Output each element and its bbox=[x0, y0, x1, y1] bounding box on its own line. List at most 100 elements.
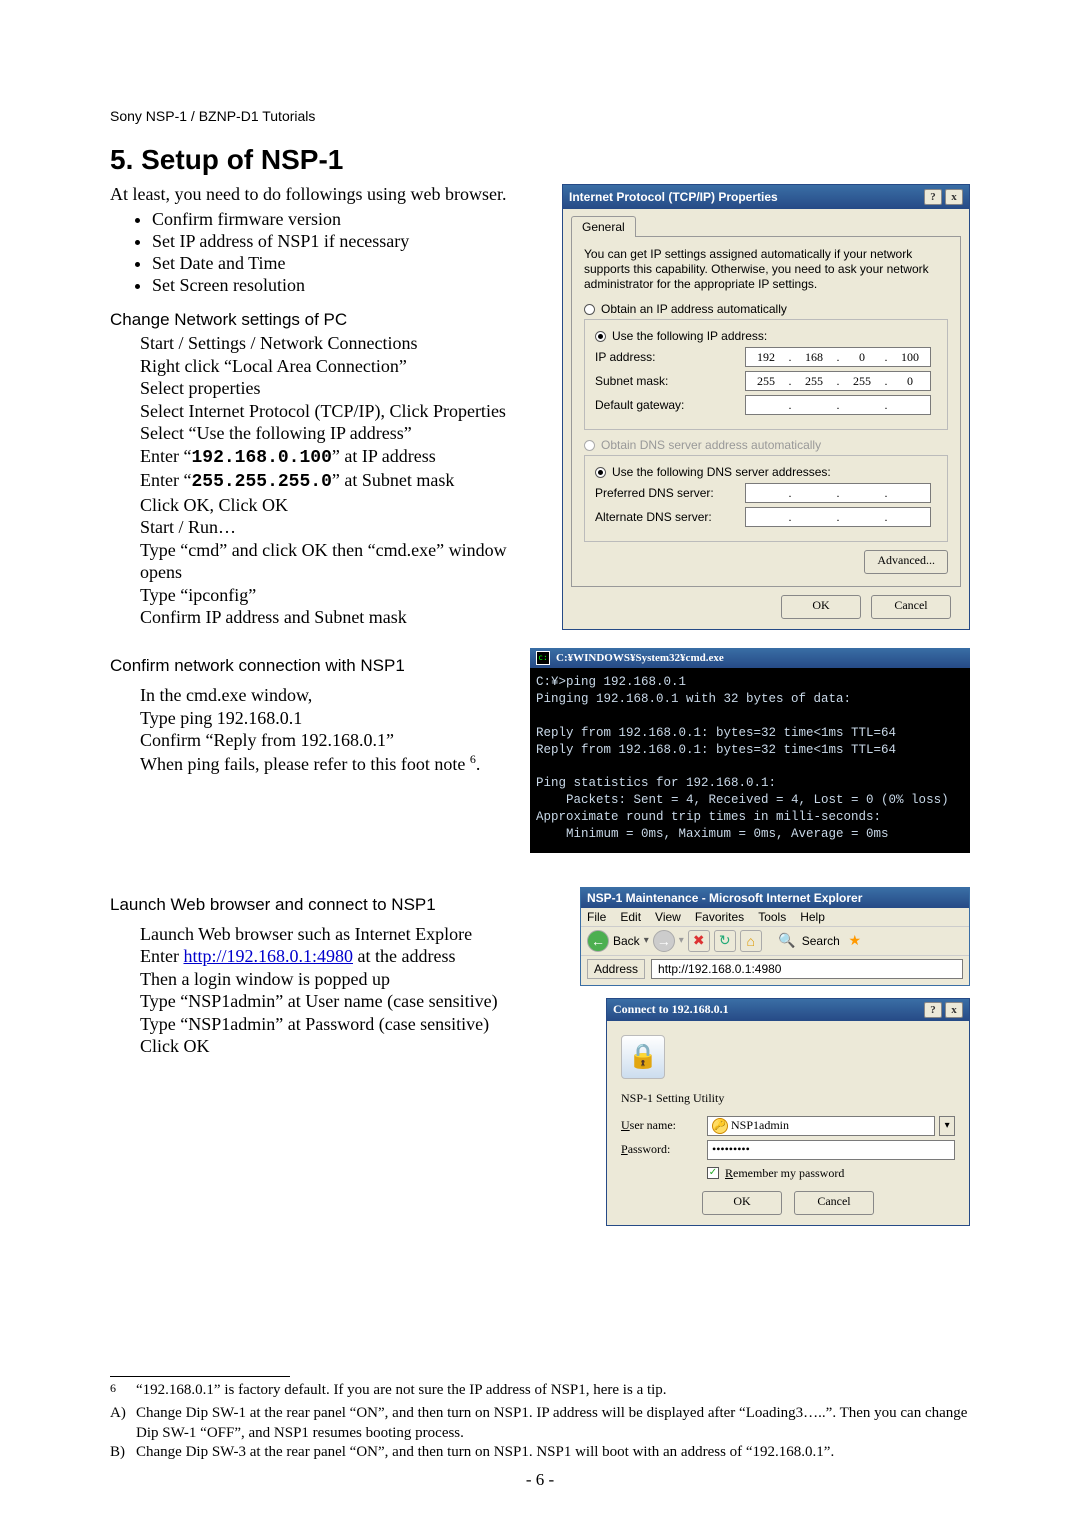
radio-use-following-ip[interactable]: Use the following IP address: bbox=[595, 329, 937, 343]
ie-window: NSP-1 Maintenance - Microsoft Internet E… bbox=[580, 887, 970, 986]
menu-favorites[interactable]: Favorites bbox=[695, 910, 744, 924]
help-button[interactable]: ? bbox=[924, 1002, 942, 1018]
alternate-dns-label: Alternate DNS server: bbox=[595, 510, 745, 524]
menu-edit[interactable]: Edit bbox=[620, 910, 641, 924]
dialog-titlebar: Internet Protocol (TCP/IP) Properties ? … bbox=[563, 185, 969, 209]
ok-button[interactable]: OK bbox=[702, 1191, 782, 1215]
radio-label: Use the following DNS server addresses: bbox=[612, 465, 831, 479]
cmd-titlebar: c: C:¥WINDOWS¥System32¥cmd.exe bbox=[530, 648, 970, 668]
bullet-item: Set Screen resolution bbox=[152, 275, 528, 296]
login-dialog: Connect to 192.168.0.1 ? x 🔒 NSP-1 Setti… bbox=[606, 998, 970, 1226]
subnet-mask-input[interactable]: 255. 255. 255. 0 bbox=[745, 371, 931, 391]
menu-view[interactable]: View bbox=[655, 910, 681, 924]
bullet-item: Confirm firmware version bbox=[152, 209, 528, 230]
step: Type “cmd” and click OK then “cmd.exe” w… bbox=[140, 539, 528, 584]
step: Type “NSP1admin” at Password (case sensi… bbox=[140, 1013, 560, 1036]
password-input[interactable]: ••••••••• bbox=[707, 1140, 955, 1160]
intro-bullet-list: Confirm firmware version Set IP address … bbox=[110, 209, 528, 296]
step: Start / Run… bbox=[140, 516, 528, 539]
radio-obtain-ip-auto[interactable]: Obtain an IP address automatically bbox=[584, 302, 948, 316]
tcpip-description: You can get IP settings assigned automat… bbox=[584, 247, 948, 292]
preferred-dns-input[interactable]: ... bbox=[745, 483, 931, 503]
auth-icon: 🔒 bbox=[621, 1035, 665, 1079]
bullet-item: Set Date and Time bbox=[152, 253, 528, 274]
step: Enter “255.255.255.0” at Subnet mask bbox=[140, 469, 528, 494]
step: Start / Settings / Network Connections bbox=[140, 332, 528, 355]
back-label[interactable]: Back bbox=[613, 934, 640, 948]
step: Type “ipconfig” bbox=[140, 584, 528, 607]
bullet-item: Set IP address of NSP1 if necessary bbox=[152, 231, 528, 252]
default-gateway-input[interactable]: ... bbox=[745, 395, 931, 415]
ip-address-input[interactable]: 192. 168. 0. 100 bbox=[745, 347, 931, 367]
stop-icon[interactable]: ✖ bbox=[688, 930, 710, 952]
username-label: User name: bbox=[621, 1118, 707, 1133]
radio-obtain-dns-auto: Obtain DNS server address automatically bbox=[584, 438, 948, 452]
refresh-icon[interactable]: ↻ bbox=[714, 930, 736, 952]
close-button[interactable]: x bbox=[945, 1002, 963, 1018]
ping-steps: In the cmd.exe window, Type ping 192.168… bbox=[140, 684, 528, 775]
ie-titlebar: NSP-1 Maintenance - Microsoft Internet E… bbox=[581, 888, 969, 908]
page-number: - 6 - bbox=[0, 1470, 1080, 1490]
back-icon[interactable]: ← bbox=[587, 930, 609, 952]
step: Enter http://192.168.0.1:4980 at the add… bbox=[140, 945, 560, 968]
menu-help[interactable]: Help bbox=[800, 910, 825, 924]
nsp-url-link[interactable]: http://192.168.0.1:4980 bbox=[183, 946, 353, 966]
ip-address-label: IP address: bbox=[595, 350, 745, 364]
address-input[interactable]: http://192.168.0.1:4980 bbox=[651, 959, 963, 979]
ip-literal: 192.168.0.100 bbox=[191, 448, 331, 468]
radio-label: Use the following IP address: bbox=[612, 329, 767, 343]
alternate-dns-input[interactable]: ... bbox=[745, 507, 931, 527]
search-label[interactable]: Search bbox=[802, 934, 840, 948]
footnote-b: Change Dip SW-3 at the rear panel “ON”, … bbox=[136, 1443, 970, 1463]
username-input[interactable]: 🔑 NSP1admin bbox=[707, 1116, 935, 1136]
step: When ping fails, please refer to this fo… bbox=[140, 752, 528, 776]
cancel-button[interactable]: Cancel bbox=[794, 1191, 874, 1215]
home-icon[interactable]: ⌂ bbox=[740, 930, 762, 952]
footnote-6: “192.168.0.1” is factory default. If you… bbox=[136, 1381, 970, 1405]
footnote-separator bbox=[110, 1376, 290, 1377]
login-titlebar: Connect to 192.168.0.1 ? x bbox=[607, 999, 969, 1021]
menu-tools[interactable]: Tools bbox=[758, 910, 786, 924]
radio-label: Obtain DNS server address automatically bbox=[601, 438, 821, 452]
step: Enter “192.168.0.100” at IP address bbox=[140, 445, 528, 470]
favorites-icon[interactable]: ★ bbox=[844, 930, 866, 952]
remember-password-checkbox[interactable]: ✓ Remember my password bbox=[707, 1166, 955, 1181]
cmd-title: C:¥WINDOWS¥System32¥cmd.exe bbox=[556, 652, 724, 664]
checkbox-icon: ✓ bbox=[707, 1167, 719, 1179]
cmd-icon: c: bbox=[536, 651, 550, 665]
remember-label: Remember my password bbox=[725, 1166, 844, 1181]
launch-web-heading: Launch Web browser and connect to NSP1 bbox=[110, 895, 560, 915]
doc-header: Sony NSP-1 / BZNP-D1 Tutorials bbox=[110, 108, 970, 124]
cancel-button[interactable]: Cancel bbox=[871, 595, 951, 619]
forward-icon[interactable]: → bbox=[653, 930, 675, 952]
password-label: Password: bbox=[621, 1142, 707, 1157]
step: Confirm IP address and Subnet mask bbox=[140, 606, 528, 629]
step: Then a login window is popped up bbox=[140, 968, 560, 991]
help-button[interactable]: ? bbox=[924, 189, 942, 205]
radio-icon bbox=[595, 331, 606, 342]
footnotes: 6 “192.168.0.1” is factory default. If y… bbox=[110, 1381, 970, 1463]
footnote-a: Change Dip SW-1 at the rear panel “ON”, … bbox=[136, 1404, 970, 1443]
radio-icon bbox=[595, 467, 606, 478]
subnet-mask-label: Subnet mask: bbox=[595, 374, 745, 388]
login-title: Connect to 192.168.0.1 bbox=[613, 1002, 729, 1018]
ok-button[interactable]: OK bbox=[781, 595, 861, 619]
tab-general[interactable]: General bbox=[571, 216, 636, 237]
ie-menubar: File Edit View Favorites Tools Help bbox=[581, 908, 969, 927]
login-app-name: NSP-1 Setting Utility bbox=[621, 1091, 955, 1106]
intro-text: At least, you need to do followings usin… bbox=[110, 184, 528, 205]
change-network-heading: Change Network settings of PC bbox=[110, 310, 528, 330]
menu-file[interactable]: File bbox=[587, 910, 606, 924]
username-dropdown[interactable]: ▾ bbox=[939, 1116, 955, 1136]
close-button[interactable]: x bbox=[945, 189, 963, 205]
step: Select “Use the following IP address” bbox=[140, 422, 528, 445]
change-network-steps: Start / Settings / Network Connections R… bbox=[140, 332, 528, 629]
confirm-network-heading: Confirm network connection with NSP1 bbox=[110, 656, 528, 676]
radio-use-following-dns[interactable]: Use the following DNS server addresses: bbox=[595, 465, 937, 479]
step: Type “NSP1admin” at User name (case sens… bbox=[140, 990, 560, 1013]
advanced-button[interactable]: Advanced... bbox=[864, 550, 948, 574]
step: Select Internet Protocol (TCP/IP), Click… bbox=[140, 400, 528, 423]
tcpip-properties-dialog: Internet Protocol (TCP/IP) Properties ? … bbox=[562, 184, 970, 630]
search-icon[interactable]: 🔍 bbox=[776, 930, 798, 952]
section-title: 5. Setup of NSP-1 bbox=[110, 144, 970, 176]
